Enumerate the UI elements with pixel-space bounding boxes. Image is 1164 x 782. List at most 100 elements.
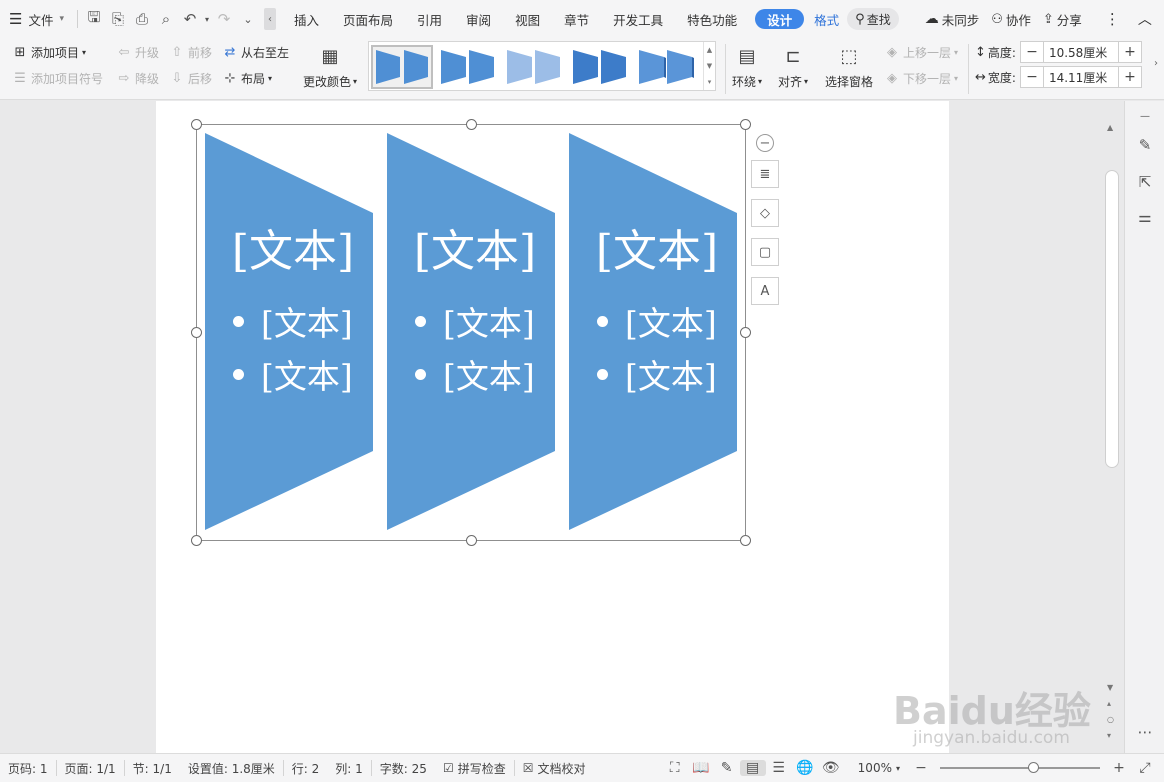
zoom-slider[interactable] bbox=[940, 762, 1100, 773]
shape-1-bullet-1[interactable]: [文本] bbox=[233, 297, 353, 345]
align-button[interactable]: ⊏ 对齐 ▾ bbox=[778, 43, 808, 90]
save-icon[interactable]: 🖫 bbox=[82, 0, 106, 38]
resize-handle-bottom-right[interactable] bbox=[740, 535, 751, 546]
file-menu[interactable]: ☰ 文件 ▾ bbox=[0, 0, 73, 38]
height-input[interactable]: 10.58厘米 bbox=[1042, 42, 1119, 62]
smartart-frame[interactable]: [文本] [文本] [文本] [文本] [文本] [文本] [文本] [文本] … bbox=[191, 119, 751, 546]
height-increase-button[interactable]: + bbox=[1119, 42, 1141, 62]
edit-mode-icon[interactable]: ✎ bbox=[714, 760, 740, 776]
right-to-left-button[interactable]: ⇄ 从右至左 bbox=[222, 44, 289, 61]
pointer-select-icon[interactable]: ⇱ bbox=[1135, 173, 1155, 193]
reading-mode-icon[interactable]: 📖 bbox=[688, 760, 714, 776]
shape-1-title[interactable]: [文本] bbox=[209, 215, 377, 279]
tab-design[interactable]: 设计 bbox=[755, 9, 805, 29]
zoom-level-dropdown[interactable]: 100% ▾ bbox=[850, 761, 908, 775]
pen-edit-icon[interactable]: ✎ bbox=[1135, 136, 1155, 156]
status-pages[interactable]: 页面: 1/1 bbox=[57, 760, 124, 777]
resize-handle-top-right[interactable] bbox=[740, 119, 751, 130]
resize-handle-bottom-left[interactable] bbox=[191, 535, 202, 546]
outline-view-icon[interactable]: ☰ bbox=[766, 760, 792, 776]
status-row[interactable]: 行: 2 bbox=[284, 760, 328, 777]
ribbon-scroll-right-button[interactable]: › bbox=[1154, 58, 1158, 69]
outline-style-icon[interactable]: ▢ bbox=[751, 238, 779, 266]
undo-dropdown-icon[interactable]: ▾ bbox=[202, 0, 212, 38]
tab-view[interactable]: 视图 bbox=[503, 0, 552, 38]
page-view-icon[interactable]: ▤ bbox=[739, 760, 766, 776]
tab-references[interactable]: 引用 bbox=[405, 0, 454, 38]
resize-handle-right[interactable] bbox=[740, 327, 751, 338]
width-increase-button[interactable]: + bbox=[1119, 67, 1141, 87]
status-page-number[interactable]: 页码: 1 bbox=[0, 760, 56, 777]
more-options-icon[interactable]: ⋮ bbox=[1096, 0, 1129, 38]
adjust-sliders-icon[interactable]: ⚌ bbox=[1135, 208, 1155, 228]
tab-page-layout[interactable]: 页面布局 bbox=[331, 0, 405, 38]
collapse-text-pane-icon[interactable]: − bbox=[756, 134, 774, 152]
collaborate-button[interactable]: ⚇ 协作 bbox=[985, 0, 1037, 38]
status-setting-value[interactable]: 设置值: 1.8厘米 bbox=[180, 760, 283, 777]
gallery-down-icon[interactable]: ▼ bbox=[707, 62, 712, 70]
eye-protection-icon[interactable]: 👁 bbox=[818, 760, 844, 776]
document-page[interactable]: [文本] [文本] [文本] [文本] [文本] [文本] [文本] [文本] … bbox=[156, 101, 949, 753]
fullscreen-icon[interactable]: ⛶ bbox=[662, 760, 688, 776]
width-decrease-button[interactable]: − bbox=[1021, 67, 1043, 87]
zoom-slider-knob[interactable] bbox=[1028, 762, 1039, 773]
status-column[interactable]: 列: 1 bbox=[327, 760, 371, 777]
fill-style-icon[interactable]: ◇ bbox=[751, 199, 779, 227]
sync-status-button[interactable]: ☁ 未同步 bbox=[919, 0, 986, 38]
wrap-button[interactable]: ▤ 环绕 ▾ bbox=[732, 43, 762, 90]
shape-2-bullet-2[interactable]: [文本] bbox=[415, 350, 535, 398]
shape-2-title[interactable]: [文本] bbox=[391, 215, 559, 279]
tab-scroll-left-button[interactable]: ‹ bbox=[264, 8, 276, 30]
status-word-count[interactable]: 字数: 25 bbox=[372, 760, 435, 777]
search-button[interactable]: ⚲ 查找 bbox=[847, 8, 899, 30]
gallery-expand-icon[interactable]: ▾ bbox=[708, 78, 712, 86]
more-tools-icon[interactable]: ⋯ bbox=[1135, 723, 1155, 743]
fit-page-icon[interactable]: ⤢ bbox=[1132, 760, 1158, 776]
style-option-flat[interactable] bbox=[371, 45, 433, 89]
style-option-shaded[interactable] bbox=[569, 45, 631, 89]
collapse-panel-icon[interactable]: — bbox=[1135, 111, 1155, 131]
zoom-in-icon[interactable]: + bbox=[1106, 760, 1132, 776]
layout-options-icon[interactable]: ≣ bbox=[751, 160, 779, 188]
customize-toolbar-icon[interactable]: ⌄ bbox=[236, 0, 260, 38]
shape-3-bullet-2[interactable]: [文本] bbox=[597, 350, 717, 398]
gallery-up-icon[interactable]: ▲ bbox=[707, 46, 712, 54]
width-input[interactable]: 14.11厘米 bbox=[1042, 67, 1119, 87]
layout-button[interactable]: ⊹ 布局 ▾ bbox=[222, 70, 272, 87]
tab-format[interactable]: 格式 bbox=[810, 0, 843, 38]
shape-2-bullet-1[interactable]: [文本] bbox=[415, 297, 535, 345]
style-option-3d[interactable] bbox=[635, 45, 697, 89]
doc-proof-button[interactable]: ☒ 文档校对 bbox=[515, 760, 594, 777]
tab-review[interactable]: 审阅 bbox=[454, 0, 503, 38]
undo-icon[interactable]: ↶ bbox=[178, 0, 202, 38]
resize-handle-bottom[interactable] bbox=[466, 535, 477, 546]
web-view-icon[interactable]: 🌐 bbox=[792, 760, 818, 776]
tab-developer[interactable]: 开发工具 bbox=[601, 0, 675, 38]
share-button[interactable]: ⇪ 分享 bbox=[1037, 0, 1088, 38]
tab-chapter[interactable]: 章节 bbox=[552, 0, 601, 38]
tab-special-features[interactable]: 特色功能 bbox=[675, 0, 749, 38]
scroll-up-icon[interactable]: ▲ bbox=[1107, 123, 1113, 132]
print-icon[interactable]: ⎙ bbox=[130, 0, 154, 38]
shape-1-bullet-2[interactable]: [文本] bbox=[233, 350, 353, 398]
gallery-scrollbar[interactable]: ▲ ▼ ▾ bbox=[703, 42, 715, 90]
height-decrease-button[interactable]: − bbox=[1021, 42, 1043, 62]
collapse-ribbon-icon[interactable]: ︿ bbox=[1129, 0, 1161, 38]
scrollbar-thumb[interactable] bbox=[1105, 170, 1119, 468]
zoom-out-icon[interactable]: − bbox=[908, 760, 934, 776]
style-option-light[interactable] bbox=[503, 45, 565, 89]
status-section[interactable]: 节: 1/1 bbox=[125, 760, 180, 777]
selection-pane-button[interactable]: ⬚ 选择窗格 bbox=[825, 43, 873, 90]
tab-insert[interactable]: 插入 bbox=[282, 0, 331, 38]
add-item-button[interactable]: ⊞ 添加项目 ▾ bbox=[12, 44, 86, 61]
resize-handle-left[interactable] bbox=[191, 327, 202, 338]
print-preview-icon[interactable]: ⌕ bbox=[154, 0, 178, 38]
shape-3-title[interactable]: [文本] bbox=[573, 215, 741, 279]
text-box-icon[interactable]: A bbox=[751, 277, 779, 305]
shape-3-bullet-1[interactable]: [文本] bbox=[597, 297, 717, 345]
resize-handle-top[interactable] bbox=[466, 119, 477, 130]
resize-handle-top-left[interactable] bbox=[191, 119, 202, 130]
style-option-plain[interactable] bbox=[437, 45, 499, 89]
export-icon[interactable]: ⎘ bbox=[106, 0, 130, 38]
vertical-scrollbar[interactable]: ▲ ▼ ▴ ○ ▾ bbox=[1104, 101, 1122, 753]
